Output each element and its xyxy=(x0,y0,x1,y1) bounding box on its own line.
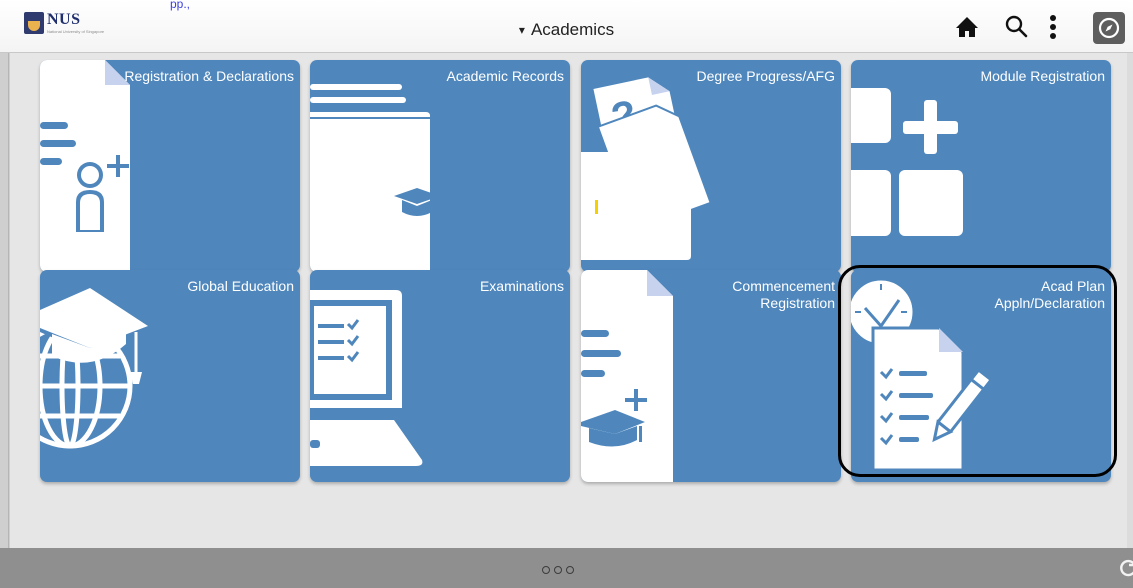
tile-label: Global Education xyxy=(187,278,294,294)
tile-module-registration[interactable]: Module Registration xyxy=(851,60,1111,272)
header-bar: pp., NUS National University of Singapor… xyxy=(0,0,1133,53)
page-title-text: Academics xyxy=(530,20,615,39)
globe-graduation-cap-icon xyxy=(40,288,148,449)
tile-label: Degree Progress/AFG xyxy=(696,68,836,84)
tile-commencement-registration[interactable]: Commencement Registration xyxy=(581,270,841,482)
navbar-button[interactable] xyxy=(1093,12,1125,44)
tile-registration-declarations[interactable]: Registration & Declarations xyxy=(40,60,300,272)
document-person-icon xyxy=(40,60,130,272)
right-edge xyxy=(1127,52,1133,548)
page-indicator-dots[interactable] xyxy=(542,566,574,574)
tile-academic-records[interactable]: Academic Records xyxy=(310,60,570,272)
url-fragment: pp., xyxy=(170,0,191,11)
tile-label: Module Registration xyxy=(980,68,1105,84)
tile-global-education[interactable]: Global Education xyxy=(40,270,300,482)
laptop-checklist-icon xyxy=(310,290,423,466)
search-icon[interactable] xyxy=(1004,14,1028,38)
documents-folder-icon: ? xyxy=(581,77,712,260)
tile-label: Academic Records xyxy=(446,68,565,84)
tile-acad-plan-appln-declaration[interactable]: Acad Plan Appln/Declaration xyxy=(851,270,1111,482)
more-vertical-icon[interactable] xyxy=(1048,14,1058,40)
tile-examinations[interactable]: Examinations xyxy=(310,270,570,482)
add-grid-icon xyxy=(851,88,963,236)
reload-icon[interactable] xyxy=(1118,558,1133,578)
page: pp., NUS National University of Singapor… xyxy=(0,0,1133,588)
page-dot[interactable] xyxy=(542,566,550,574)
page-dot[interactable] xyxy=(554,566,562,574)
tile-label: Acad Plan Appln/Declaration xyxy=(994,278,1105,311)
caret-down-icon: ▾ xyxy=(518,23,525,37)
footer-bar xyxy=(0,548,1133,588)
home-icon[interactable] xyxy=(955,16,979,38)
tile-degree-progress-afg[interactable]: ? Degree Progress/AFG xyxy=(581,60,841,272)
folder-graduation-cap-icon xyxy=(310,84,440,272)
tile-label: Commencement Registration xyxy=(732,278,835,311)
page-dot[interactable] xyxy=(566,566,574,574)
tile-label: Registration & Declarations xyxy=(124,68,294,84)
tile-label: Examinations xyxy=(479,278,564,294)
compass-icon xyxy=(1098,17,1120,39)
left-edge-line xyxy=(8,52,9,548)
